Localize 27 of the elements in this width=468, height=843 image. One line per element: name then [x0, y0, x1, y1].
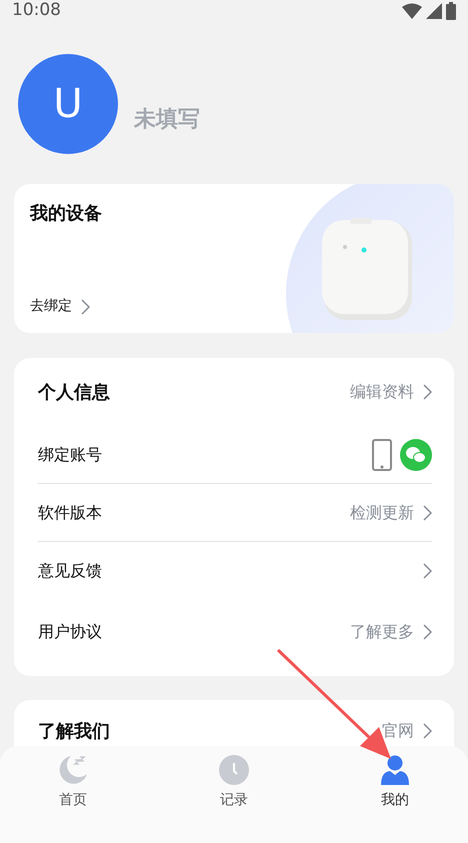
chevron-icon	[422, 504, 432, 520]
wifi-icon	[402, 3, 422, 19]
chevron-icon	[422, 624, 432, 640]
signal-icon	[426, 3, 442, 19]
tab[interactable]: 我的	[355, 754, 435, 811]
bind-link[interactable]: 去绑定	[30, 296, 262, 317]
settings-row[interactable]: 意见反馈	[38, 542, 432, 600]
phone-icon	[372, 438, 392, 470]
chat-bubbles-icon	[400, 438, 432, 470]
chevron-icon	[422, 563, 432, 579]
settings-row[interactable]: 用户协议 了解更多	[38, 600, 432, 676]
chevron-icon	[422, 384, 432, 400]
section-title: 了解我们	[38, 720, 110, 744]
chevron-icon	[80, 298, 90, 314]
battery-icon	[446, 2, 456, 20]
person-icon	[381, 755, 409, 785]
card-title: 我的设备	[30, 202, 103, 226]
status-time: 10:08	[12, 0, 61, 22]
moon-icon	[57, 754, 89, 786]
tab[interactable]: 记录	[194, 754, 274, 811]
settings-row[interactable]: 绑定账号	[38, 426, 432, 484]
chevron-icon	[422, 723, 432, 739]
avatar[interactable]: U	[18, 54, 118, 154]
settings-row[interactable]: 软件版本 检测更新	[38, 484, 432, 542]
section-title: 个人信息	[38, 380, 110, 404]
clock-icon	[219, 755, 249, 785]
tab[interactable]: 首页	[33, 754, 113, 811]
